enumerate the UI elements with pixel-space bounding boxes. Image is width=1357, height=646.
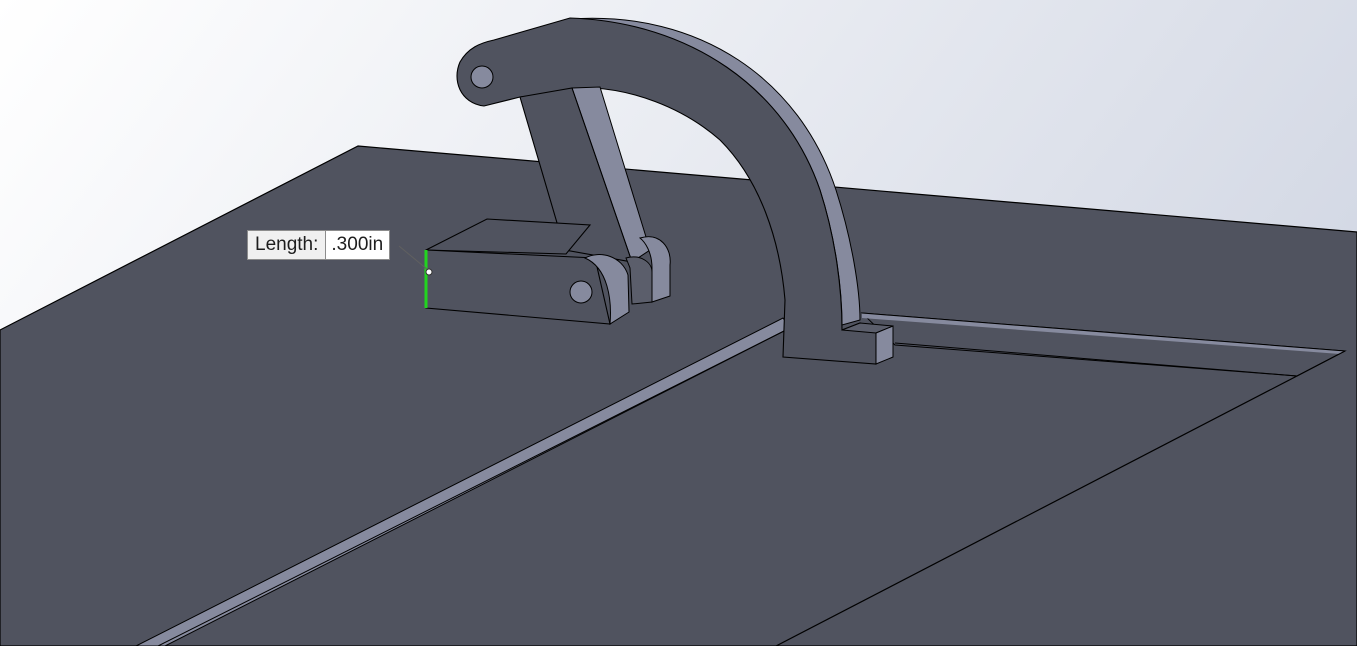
arc-arm-foot-side — [875, 325, 894, 365]
model-scene[interactable] — [0, 0, 1357, 646]
length-value: .300in — [326, 231, 390, 259]
edge-midpoint-marker — [425, 268, 433, 276]
measure-length-tooltip: Length: .300in — [247, 230, 391, 260]
length-label: Length: — [248, 231, 327, 259]
pivot-hole-top[interactable] — [470, 65, 494, 89]
graphics-viewport[interactable]: Length: .300in — [0, 0, 1357, 646]
block-pin-hole[interactable] — [569, 280, 593, 304]
